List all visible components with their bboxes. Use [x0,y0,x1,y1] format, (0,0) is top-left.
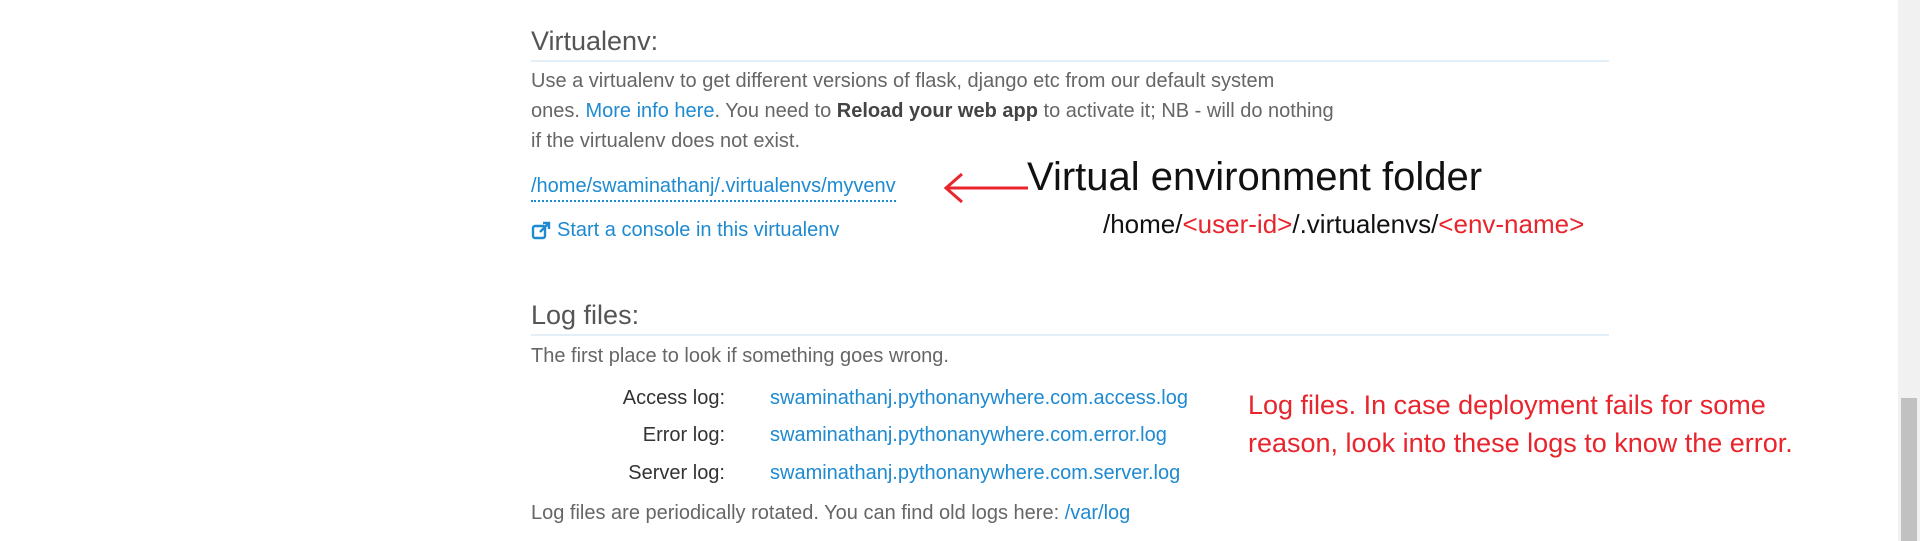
server-log-label: Server log: [628,462,725,484]
var-log-link[interactable]: /var/log [1065,502,1131,524]
scrollbar-thumb[interactable] [1901,398,1917,541]
virtualenv-description: Use a virtualenv to get different versio… [531,66,1334,156]
external-link-icon [531,221,551,239]
start-console-label: Start a console in this virtualenv [557,219,840,241]
error-log-label: Error log: [642,424,725,446]
start-console-link[interactable]: Start a console in this virtualenv [531,219,839,242]
annotation-venv-path: /home/<user-id>/.virtualenvs/<env-name> [1103,209,1585,239]
server-log-link[interactable]: swaminathanj.pythonanywhere.com.server.l… [770,462,1180,485]
log-files-section-title: Log files: [531,298,1609,336]
access-log-label: Access log: [622,387,725,409]
annotation-arrow [943,172,1028,204]
annotation-log-note: Log files. In case deployment fails for … [1248,386,1868,462]
error-log-link[interactable]: swaminathanj.pythonanywhere.com.error.lo… [770,424,1167,447]
virtualenv-section-title: Virtualenv: [531,24,1609,62]
annotation-log-line2: reason, look into these logs to know the… [1248,428,1793,458]
virtualenv-desc-line1: Use a virtualenv to get different versio… [531,70,1275,92]
virtualenv-desc-line2: ones. More info here. You need to Reload… [531,100,1334,122]
virtualenv-path-link[interactable]: /home/swaminathanj/.virtualenvs/myvenv [531,172,896,202]
log-rotation-note: Log files are periodically rotated. You … [531,502,1131,524]
more-info-link[interactable]: More info here [585,100,714,122]
annotation-log-line1: Log files. In case deployment fails for … [1248,390,1766,420]
access-log-link[interactable]: swaminathanj.pythonanywhere.com.access.l… [770,387,1188,410]
log-files-description: The first place to look if something goe… [531,345,949,367]
annotation-venv-title: Virtual environment folder [1027,155,1483,199]
reload-web-app-text: Reload your web app [836,100,1038,122]
